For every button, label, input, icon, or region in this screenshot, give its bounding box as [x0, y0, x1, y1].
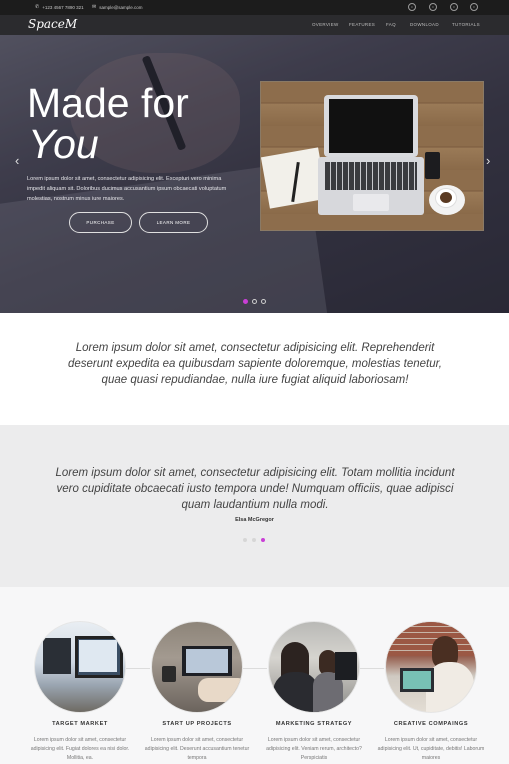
nav-item-download[interactable]: DOWNLOAD [410, 22, 439, 27]
social-icon-1[interactable]: • [408, 3, 416, 11]
brand-logo[interactable]: SpaceM [28, 17, 77, 31]
slider-dot-1[interactable] [243, 299, 248, 304]
feature-image-woman-laptop [385, 621, 477, 713]
phone-icon: ✆ [35, 4, 40, 10]
laptop-keyboard [325, 162, 417, 190]
connector-line [243, 668, 267, 669]
laptop-desk-photo [260, 81, 484, 231]
hero-slider: Made for You Lorem ipsum dolor sit amet,… [0, 35, 509, 313]
top-contact-bar: ✆ +123 4567 7890 321 ✉ sample@sample.com… [0, 0, 509, 15]
slider-next-arrow-icon[interactable]: › [486, 153, 490, 168]
slider-prev-arrow-icon[interactable]: ‹ [15, 153, 19, 168]
intro-quote: Lorem ipsum dolor sit amet, consectetur … [68, 342, 442, 386]
social-icon-2[interactable]: • [429, 3, 437, 11]
contact-phone[interactable]: ✆ +123 4567 7890 321 [35, 4, 84, 10]
feature-image-team [268, 621, 360, 713]
social-icon-4[interactable]: • [470, 3, 478, 11]
main-navbar: SpaceM OVERVIEW FEATURES FAQ DOWNLOAD TU… [0, 15, 509, 35]
hero-title-emphasis: You [28, 121, 99, 167]
connector-line [126, 668, 150, 669]
feature-title: START UP PROJECTS [162, 721, 232, 727]
hero-description: Lorem ipsum dolor sit amet, consectetur … [27, 176, 227, 202]
features-section: TARGET MARKET Lorem ipsum dolor sit amet… [0, 587, 509, 764]
laptop-trackpad [353, 194, 389, 211]
nav-item-overview[interactable]: OVERVIEW [312, 22, 339, 27]
feature-image-office [34, 621, 126, 713]
testimonial-dot-1[interactable] [243, 538, 247, 542]
testimonial-section: Lorem ipsum dolor sit amet, consectetur … [0, 425, 509, 587]
coffee [440, 192, 452, 203]
feature-text: Lorem ipsum dolor sit amet, consectetur … [377, 737, 485, 761]
purchase-button[interactable]: PURCHASE [69, 212, 132, 233]
connector-line [360, 668, 384, 669]
smartphone [425, 152, 440, 179]
nav-item-faq[interactable]: FAQ [386, 22, 396, 27]
feature-image-laptop-work [151, 621, 243, 713]
envelope-icon: ✉ [92, 4, 97, 10]
feature-text: Lorem ipsum dolor sit amet, consectetur … [266, 737, 362, 761]
testimonial-dot-2[interactable] [252, 538, 256, 542]
testimonial-quote: Lorem ipsum dolor sit amet, consectetur … [55, 467, 455, 511]
feature-title: CREATIVE COMPAINGS [393, 721, 469, 727]
testimonial-dot-3[interactable] [261, 538, 265, 542]
email-address: sample@sample.com [99, 4, 143, 10]
feature-text: Lorem ipsum dolor sit amet, consectetur … [30, 737, 130, 761]
contact-email[interactable]: ✉ sample@sample.com [92, 4, 143, 10]
testimonial-author: Elsa McGregor [235, 517, 274, 523]
feature-title: TARGET MARKET [52, 721, 108, 727]
slider-dot-2[interactable] [252, 299, 257, 304]
nav-item-features[interactable]: FEATURES [349, 22, 375, 27]
feature-title: MARKETING STRATEGY [275, 721, 353, 727]
nav-item-tutorials[interactable]: TUTORIALS [452, 22, 480, 27]
phone-number: +123 4567 7890 321 [42, 4, 84, 10]
hero-title: Made for [27, 80, 189, 126]
slider-dot-3[interactable] [261, 299, 266, 304]
social-icon-3[interactable]: • [450, 3, 458, 11]
learn-more-button[interactable]: LEARN MORE [139, 212, 208, 233]
feature-text: Lorem ipsum dolor sit amet, consectetur … [144, 737, 250, 761]
laptop-screen [324, 95, 418, 157]
